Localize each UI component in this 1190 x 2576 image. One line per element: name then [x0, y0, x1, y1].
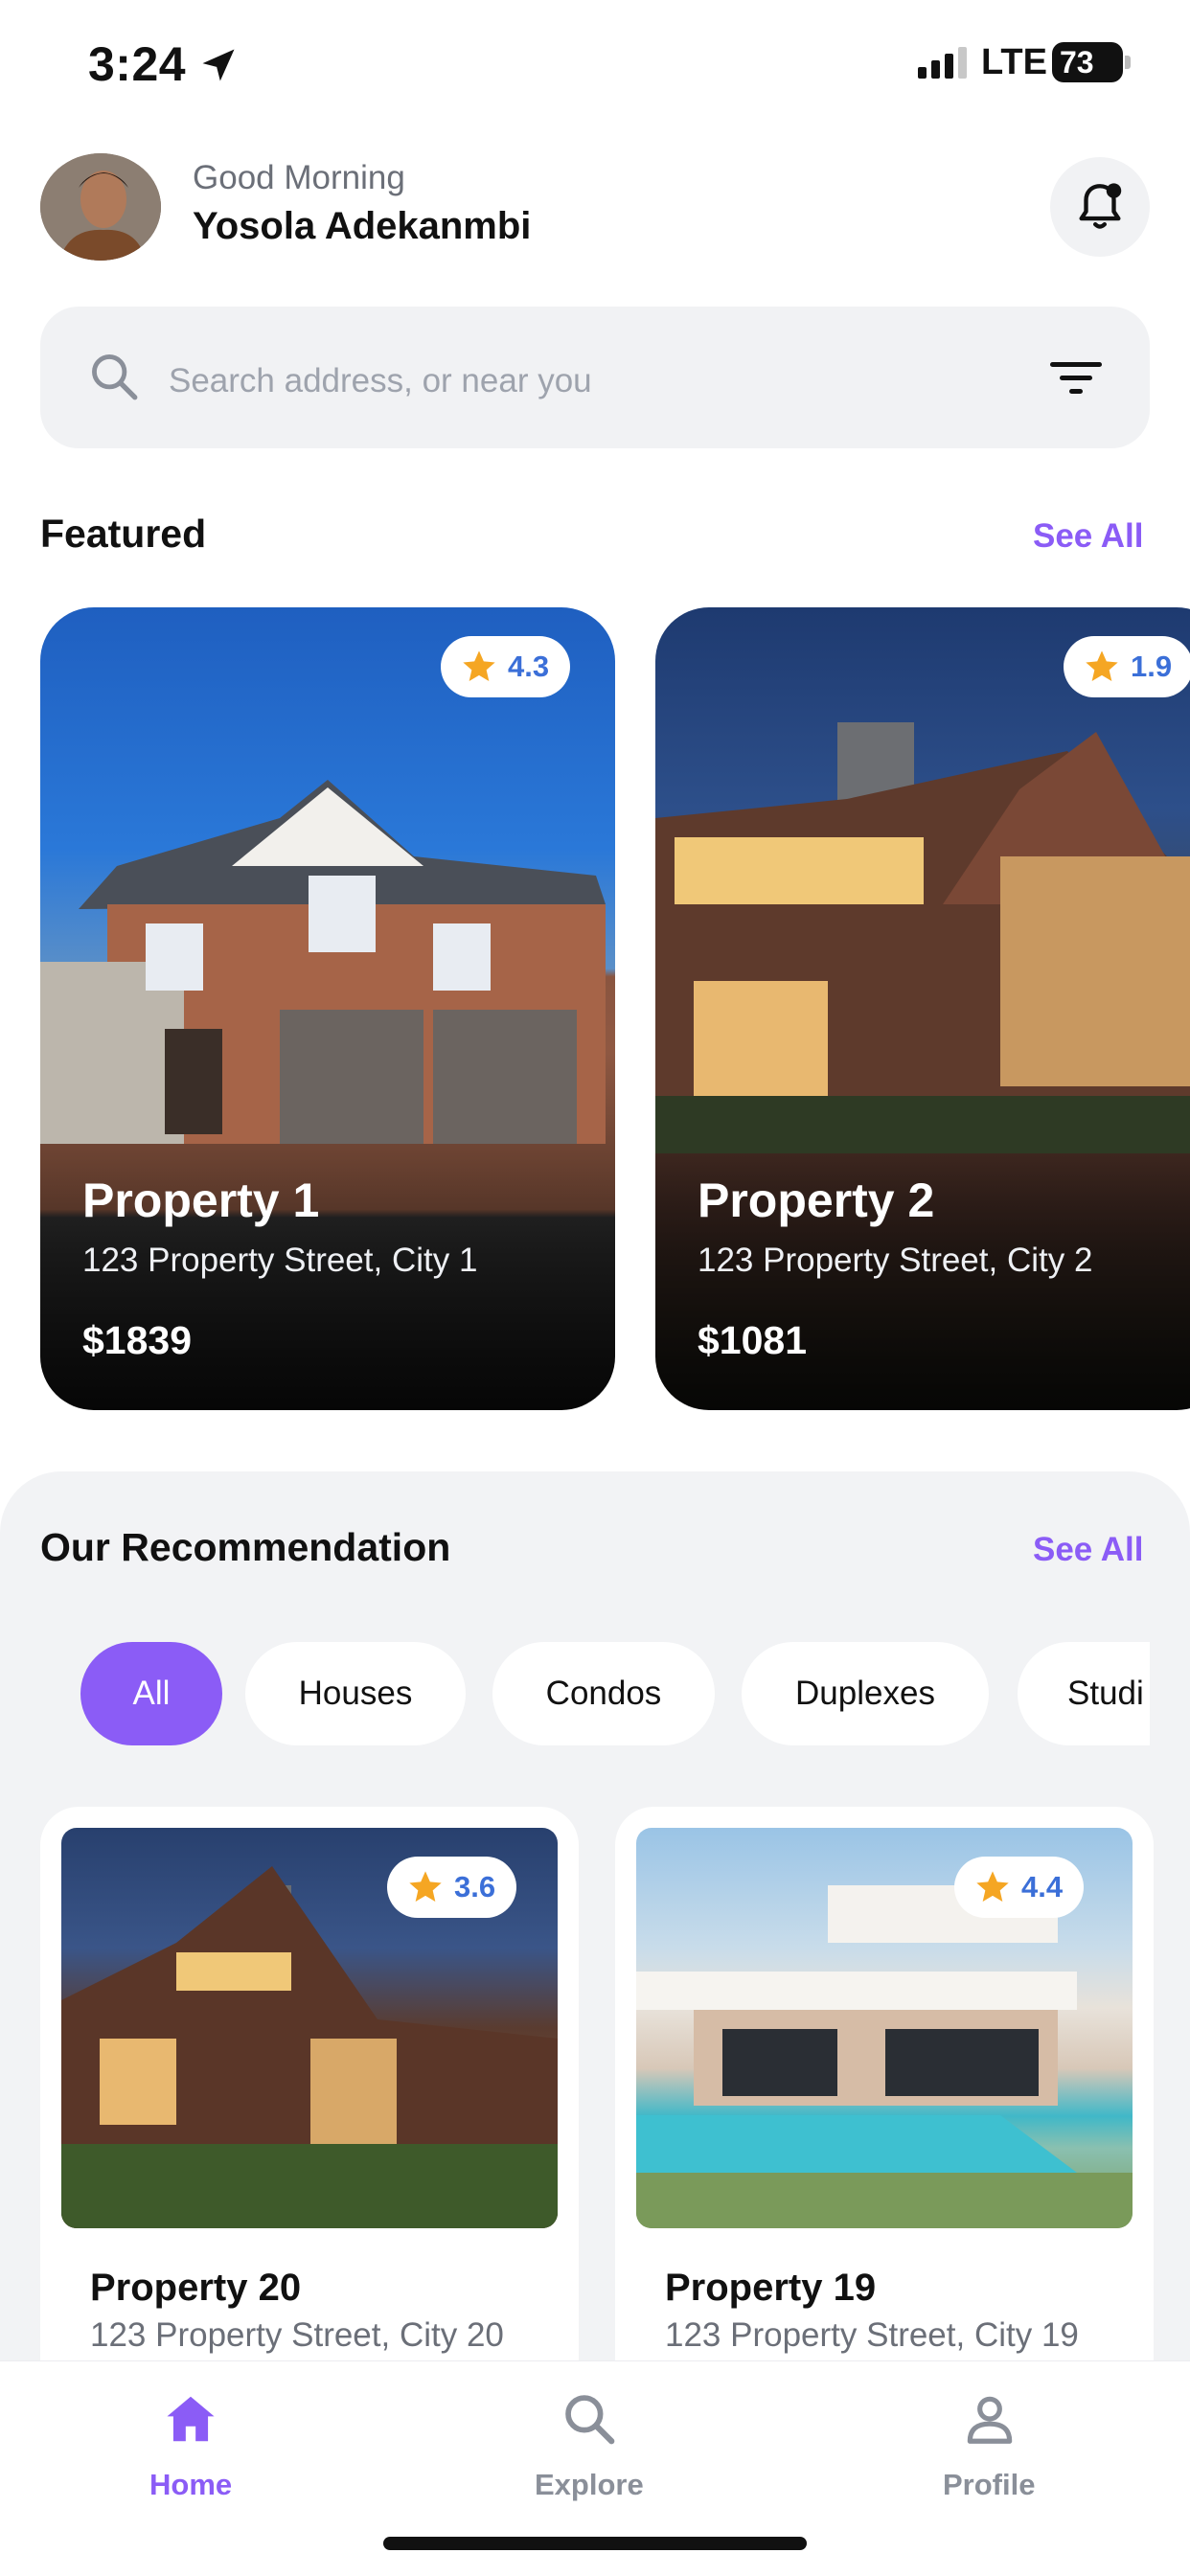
avatar[interactable]	[40, 153, 161, 261]
cellular-signal-icon	[918, 47, 967, 79]
star-icon	[976, 1871, 1009, 1902]
rating-badge: 4.4	[954, 1857, 1085, 1918]
property-address: 123 Property Street, City 1	[82, 1242, 478, 1279]
recommendation-title: Our Recommendation	[40, 1525, 451, 1569]
tab-profile-label: Profile	[943, 2468, 1036, 2501]
featured-see-all-link[interactable]: See All	[1033, 517, 1143, 556]
featured-title: Featured	[40, 512, 207, 556]
recommendation-see-all-link[interactable]: See All	[1033, 1531, 1143, 1569]
property-address: 123 Property Street, City 20	[90, 2316, 504, 2354]
tab-explore-label: Explore	[535, 2468, 644, 2501]
avatar-photo	[40, 153, 161, 261]
tab-home-label: Home	[149, 2468, 233, 2501]
battery-tip	[1125, 56, 1131, 69]
house-image	[40, 780, 606, 1144]
bell-icon	[1079, 183, 1122, 229]
battery-level: 73	[1060, 44, 1094, 80]
tab-profile[interactable]: Profile	[929, 2385, 1054, 2519]
filter-chip-houses[interactable]: Houses	[245, 1642, 466, 1745]
location-arrow-icon	[202, 49, 235, 81]
filter-chip-duplexes[interactable]: Duplexes	[742, 1642, 989, 1745]
star-icon	[409, 1871, 442, 1902]
search-input[interactable]: Search address, or near you	[169, 362, 592, 400]
tab-home[interactable]: Home	[134, 2385, 249, 2519]
featured-card[interactable]: 4.3 Property 1 123 Property Street, City…	[40, 607, 615, 1410]
rating-value: 1.9	[1131, 650, 1173, 683]
notifications-button[interactable]	[1050, 157, 1150, 257]
filter-chip-clip: Studi	[1018, 1642, 1150, 1745]
user-name: Yosola Adekanmbi	[193, 205, 532, 247]
greeting-text: Good Morning	[193, 159, 405, 196]
filter-icon[interactable]	[1046, 356, 1106, 400]
property-address: 123 Property Street, City 19	[665, 2316, 1079, 2354]
filter-chip-all[interactable]: All	[80, 1642, 222, 1745]
property-price: $1081	[698, 1318, 808, 1362]
filter-chip-studios[interactable]: Studi	[1018, 1642, 1150, 1745]
rating-badge: 4.3	[441, 636, 571, 697]
rating-value: 4.4	[1021, 1870, 1064, 1904]
rating-value: 4.3	[508, 650, 550, 683]
filter-chip-condos[interactable]: Condos	[492, 1642, 715, 1745]
featured-card[interactable]: 1.9 Property 2 123 Property Street, City…	[655, 607, 1190, 1410]
home-icon	[167, 2396, 215, 2442]
status-time: 3:24	[88, 37, 187, 91]
rating-badge: 3.6	[387, 1857, 517, 1918]
property-name: Property 1	[82, 1174, 320, 1227]
house-image	[655, 722, 1190, 1153]
rating-value: 3.6	[454, 1870, 496, 1904]
tab-explore[interactable]: Explore	[525, 2385, 659, 2519]
property-price: $1839	[82, 1318, 193, 1362]
battery-indicator: 73	[1052, 42, 1123, 82]
home-indicator	[383, 2537, 807, 2550]
search-icon	[92, 354, 138, 400]
network-type: LTE	[981, 42, 1047, 82]
property-name: Property 20	[90, 2267, 302, 2309]
rating-badge: 1.9	[1064, 636, 1190, 697]
star-icon	[1086, 650, 1118, 681]
property-name: Property 2	[698, 1174, 935, 1227]
property-name: Property 19	[665, 2267, 877, 2309]
search-icon	[565, 2395, 615, 2445]
person-icon	[967, 2396, 1013, 2444]
star-icon	[463, 650, 495, 681]
property-address: 123 Property Street, City 2	[698, 1242, 1093, 1279]
